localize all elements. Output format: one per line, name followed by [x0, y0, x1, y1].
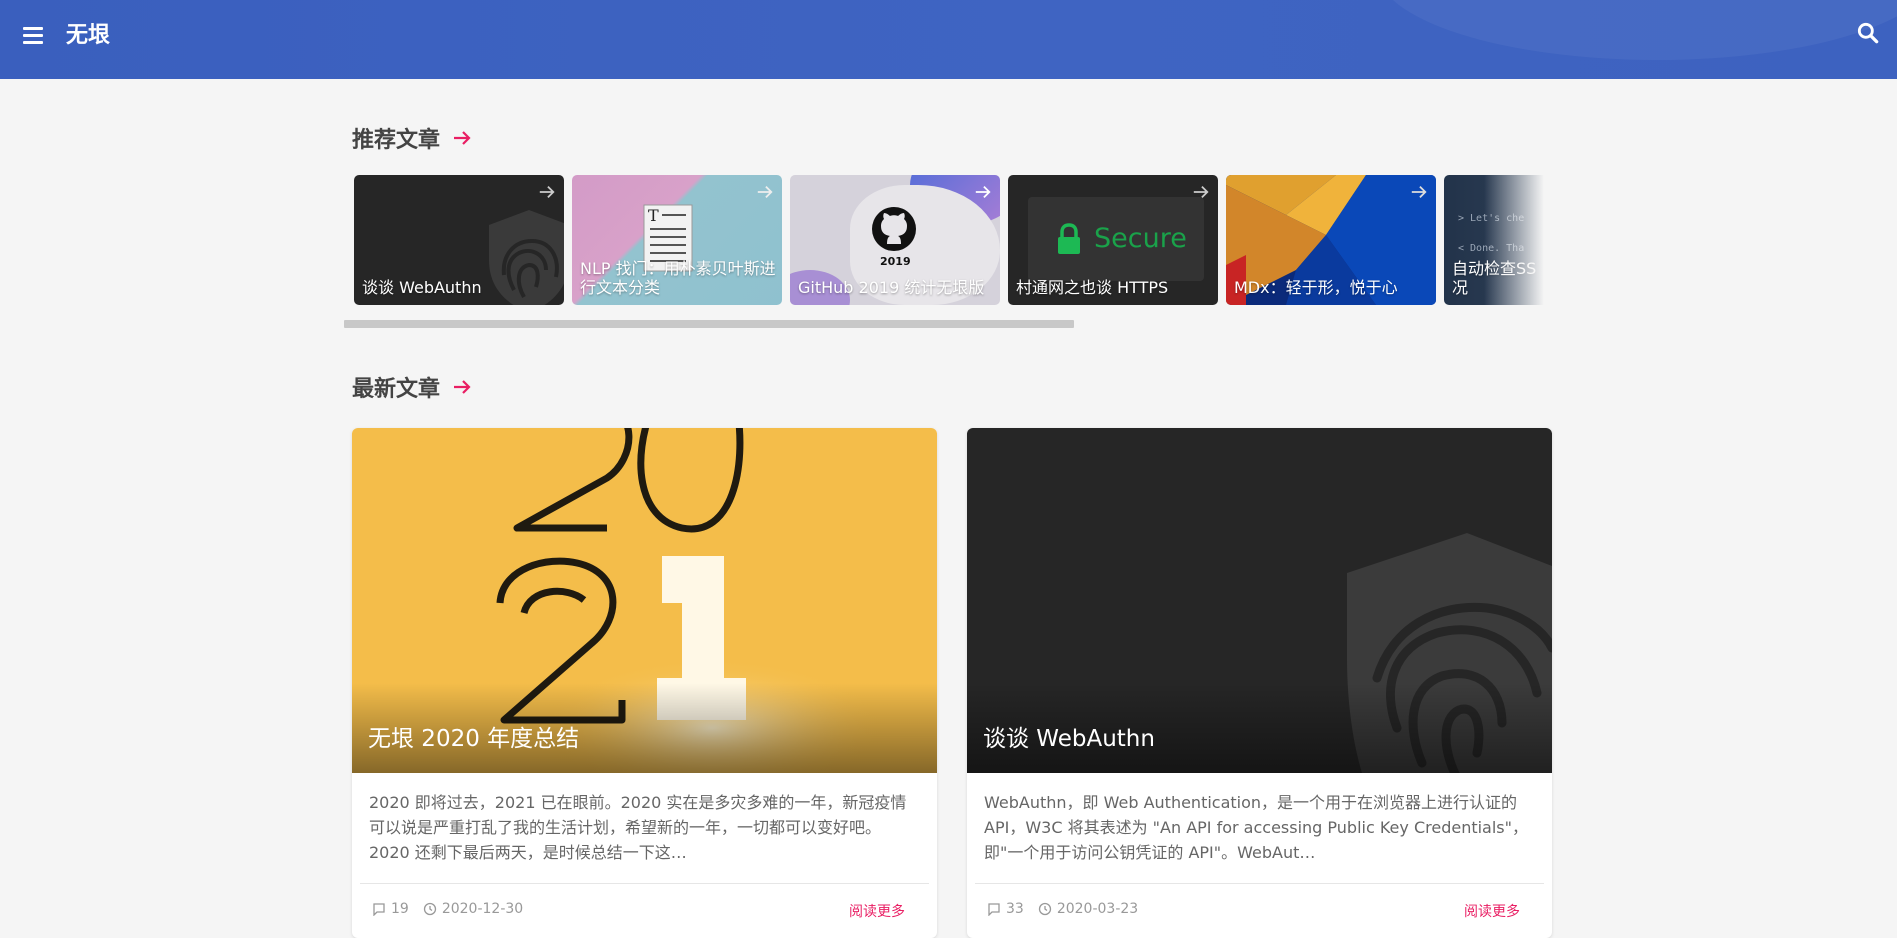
svg-text:T: T: [648, 206, 659, 225]
post-excerpt: 2020 即将过去，2021 已在眼前。2020 实在是多灾多难的一年，新冠疫情…: [369, 793, 907, 862]
recommended-card[interactable]: MDx：轻于形，悦于心: [1226, 175, 1436, 305]
post-divider: [975, 883, 1544, 884]
lock-icon: [1058, 223, 1080, 254]
recommended-card-title: 谈谈 WebAuthn: [362, 278, 482, 297]
arrow-right-icon[interactable]: [1192, 183, 1210, 201]
arrow-right-icon[interactable]: [756, 183, 774, 201]
recommended-card-title: MDx：轻于形，悦于心: [1234, 278, 1398, 297]
menu-icon[interactable]: [20, 22, 46, 48]
comment-count: 33: [1006, 901, 1024, 917]
secure-label: Secure: [1094, 223, 1187, 254]
comment-icon: [988, 903, 1000, 916]
post-title[interactable]: 无垠 2020 年度总结: [368, 719, 579, 753]
clock-icon: [1038, 902, 1051, 916]
comment-count: 19: [391, 901, 409, 917]
recommended-card[interactable]: 谈谈 WebAuthn: [354, 175, 564, 305]
post-meta: 33 2020-03-23: [987, 901, 1138, 917]
arrow-right-icon[interactable]: [538, 183, 556, 201]
read-more-link[interactable]: 阅读更多: [1464, 901, 1520, 921]
post-card[interactable]: 谈谈 WebAuthn WebAuthn，即 Web Authenticatio…: [967, 428, 1552, 938]
github-icon: [872, 207, 916, 251]
arrow-right-icon[interactable]: [452, 377, 472, 397]
carousel-scrollbar[interactable]: [344, 320, 1074, 328]
header-decoration: [1377, 0, 1897, 60]
post-date: 2020-03-23: [1056, 901, 1139, 917]
arrow-right-icon[interactable]: [452, 128, 472, 148]
recommended-card-title: GitHub 2019 统计无垠版: [798, 278, 985, 297]
site-title[interactable]: 无垠: [66, 17, 110, 49]
post-cover-image[interactable]: 谈谈 WebAuthn: [967, 428, 1552, 773]
year-label: 2019: [880, 255, 911, 268]
search-icon[interactable]: [1855, 20, 1881, 46]
recommended-title: 推荐文章: [352, 128, 441, 153]
recommended-card-title: 村通网之也谈 HTTPS: [1016, 278, 1169, 297]
latest-title: 最新文章: [352, 377, 441, 402]
recommended-carousel[interactable]: 谈谈 WebAuthn T NLP 找门：用朴素贝叶斯进行文本分类 2019 G…: [352, 175, 1544, 307]
post-title[interactable]: 谈谈 WebAuthn: [983, 719, 1155, 753]
arrow-right-icon[interactable]: [1410, 183, 1428, 201]
post-divider: [360, 883, 929, 884]
recommended-heading: 推荐文章: [352, 122, 472, 154]
carousel-fade: [1484, 175, 1544, 307]
app-header: 无垠: [0, 0, 1897, 79]
post-excerpt: WebAuthn，即 Web Authentication，是一个用于在浏览器上…: [984, 793, 1528, 862]
read-more-link[interactable]: 阅读更多: [849, 901, 905, 921]
post-meta: 19 2020-12-30: [372, 901, 523, 917]
recommended-card[interactable]: T NLP 找门：用朴素贝叶斯进行文本分类: [572, 175, 782, 305]
post-card[interactable]: 无垠 2020 年度总结 2020 即将过去，2021 已在眼前。2020 实在…: [352, 428, 937, 938]
recommended-card-title: NLP 找门：用朴素贝叶斯进行文本分类: [580, 259, 776, 297]
post-cover-image[interactable]: 无垠 2020 年度总结: [352, 428, 937, 773]
comment-icon: [373, 903, 385, 916]
clock-icon: [423, 902, 436, 916]
recommended-card[interactable]: 2019 GitHub 2019 统计无垠版: [790, 175, 1000, 305]
recommended-card[interactable]: Secure 村通网之也谈 HTTPS: [1008, 175, 1218, 305]
post-date: 2020-12-30: [441, 901, 524, 917]
arrow-right-icon[interactable]: [974, 183, 992, 201]
latest-heading: 最新文章: [352, 371, 472, 403]
